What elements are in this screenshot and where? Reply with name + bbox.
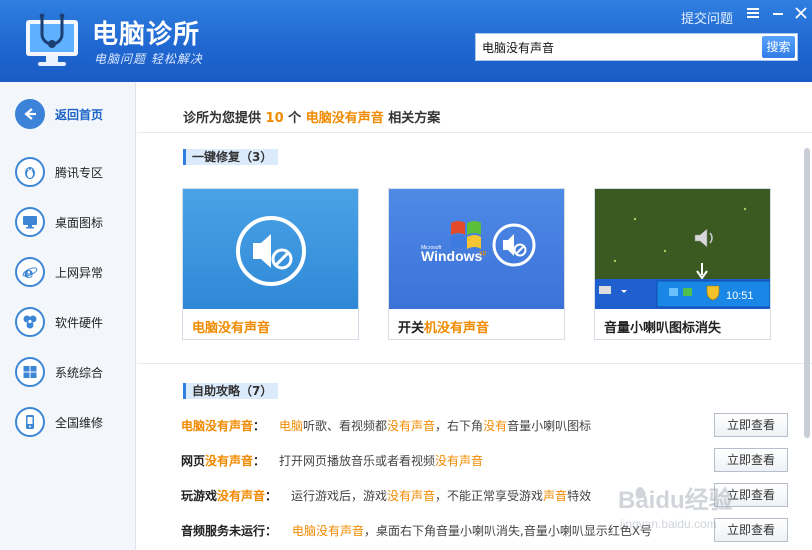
sidebar-item-software-hardware[interactable]: 软件硬件 [15, 305, 130, 339]
divider [137, 363, 812, 364]
card-title: 电脑没有声音 [192, 321, 271, 336]
fix-card[interactable]: 电脑没有声音 [182, 188, 359, 340]
summary-mid: 个 [288, 111, 302, 126]
view-now-button[interactable]: 立即查看 [714, 448, 788, 472]
sidebar-item-label: 上网异常 [55, 266, 104, 280]
article-title[interactable]: 网页没有声音： [181, 452, 265, 469]
result-count: 10 [265, 111, 284, 126]
summary-suffix: 相关方案 [388, 111, 441, 126]
mute-speaker-icon [236, 216, 306, 286]
monitor-icon [15, 207, 45, 237]
minimize-icon[interactable] [770, 6, 786, 22]
card-image: 10:51 [595, 189, 770, 309]
watermark-text: Baidu经验 [618, 486, 733, 514]
network-tray-icon [669, 288, 678, 296]
view-now-button[interactable]: 立即查看 [714, 413, 788, 437]
stethoscope-monitor-logo-icon [26, 13, 78, 66]
back-arrow-icon [15, 99, 45, 129]
article-title[interactable]: 玩游戏没有声音： [181, 487, 277, 504]
windows-text: Windows [421, 248, 483, 264]
article-desc: 打开网页播放音乐或者看视频没有声音 [279, 454, 484, 468]
close-icon[interactable] [793, 6, 809, 22]
sidebar-item-internet[interactable]: e 上网异常 [15, 255, 130, 289]
sidebar-item-label: 全国维修 [55, 416, 104, 430]
card-title: 音量小喇叭图标消失 [604, 321, 722, 336]
search-box: 搜索 [475, 33, 798, 61]
app-slogan: 电脑问题 轻松解决 [94, 52, 203, 66]
sidebar-item-label: 桌面图标 [55, 216, 104, 230]
fix-card[interactable]: Microsoft Windows xp 开关机没有声音 [388, 188, 565, 340]
article-row: 网页没有声音： 打开网页播放音乐或者看视频没有声音 立即查看 [181, 448, 793, 472]
sidebar-item-tencent[interactable]: 腾讯专区 [15, 155, 130, 189]
sidebar-item-desktop-icons[interactable]: 桌面图标 [15, 205, 130, 239]
divider [137, 132, 812, 133]
sidebar-item-label: 软件硬件 [55, 316, 104, 330]
card-image: Microsoft Windows xp [389, 189, 564, 309]
sidebar-item-home[interactable]: 返回首页 [15, 97, 130, 131]
svg-text:e: e [24, 264, 34, 280]
article-title[interactable]: 音频服务未运行： [181, 522, 277, 539]
card-title: 开关机没有声音 [398, 321, 490, 336]
submit-question-link[interactable]: 提交问题 [681, 8, 733, 27]
baidu-watermark: Baidu经验 jingyan.baidu.com [618, 486, 733, 531]
article-title[interactable]: 电脑没有声音： [181, 417, 265, 434]
ie-icon: e [15, 257, 45, 287]
article-desc: 电脑没有声音，桌面右下角音量小喇叭消失,音量小喇叭显示红色X号 [292, 524, 653, 538]
card-image [183, 189, 358, 309]
sidebar-item-system[interactable]: 系统综合 [15, 355, 130, 389]
gear-icon [15, 307, 45, 337]
fix-card[interactable]: 10:51 音量小喇叭图标消失 [594, 188, 771, 340]
tray-clock: 10:51 [726, 290, 754, 302]
one-click-fix-heading: 一键修复（3） [183, 149, 279, 165]
article-desc: 运行游戏后，游戏没有声音，不能正常享受游戏声音特效 [291, 489, 592, 503]
search-input[interactable] [476, 34, 762, 60]
watermark-url: jingyan.baidu.com [619, 517, 717, 531]
search-button[interactable]: 搜索 [762, 36, 795, 58]
penguin-icon [15, 157, 45, 187]
sidebar-item-label: 腾讯专区 [55, 166, 104, 180]
windows-icon [15, 357, 45, 387]
phone-icon [15, 407, 45, 437]
sidebar: 返回首页 腾讯专区 桌面图标 e 上网异常 软件硬件 系统综合 全国维修 [0, 82, 136, 550]
result-summary: 诊所为您提供 10 个 电脑没有声音 相关方案 [183, 107, 440, 126]
mute-speaker-icon [492, 223, 536, 267]
windows-flag-icon [451, 221, 481, 249]
menu-icon[interactable] [745, 6, 761, 22]
summary-prefix: 诊所为您提供 [183, 111, 262, 126]
windows-xp-text: xp [479, 250, 487, 257]
article-row: 电脑没有声音： 电脑听歌、看视频都没有声音，右下角没有音量小喇叭图标 立即查看 [181, 413, 793, 437]
app-header: 电脑诊所 电脑问题 轻松解决 提交问题 搜索 [0, 0, 812, 82]
article-desc: 电脑听歌、看视频都没有声音，右下角没有音量小喇叭图标 [279, 419, 592, 433]
search-keyword: 电脑没有声音 [305, 111, 384, 126]
vertical-scrollbar[interactable] [804, 148, 810, 438]
app-title: 电脑诊所 [92, 20, 201, 50]
sidebar-item-repair[interactable]: 全国维修 [15, 405, 130, 439]
tray-icon [683, 288, 692, 296]
sidebar-item-label: 系统综合 [55, 366, 104, 380]
self-help-heading: 自助攻略（7） [183, 383, 279, 399]
sidebar-item-label: 返回首页 [55, 108, 104, 122]
